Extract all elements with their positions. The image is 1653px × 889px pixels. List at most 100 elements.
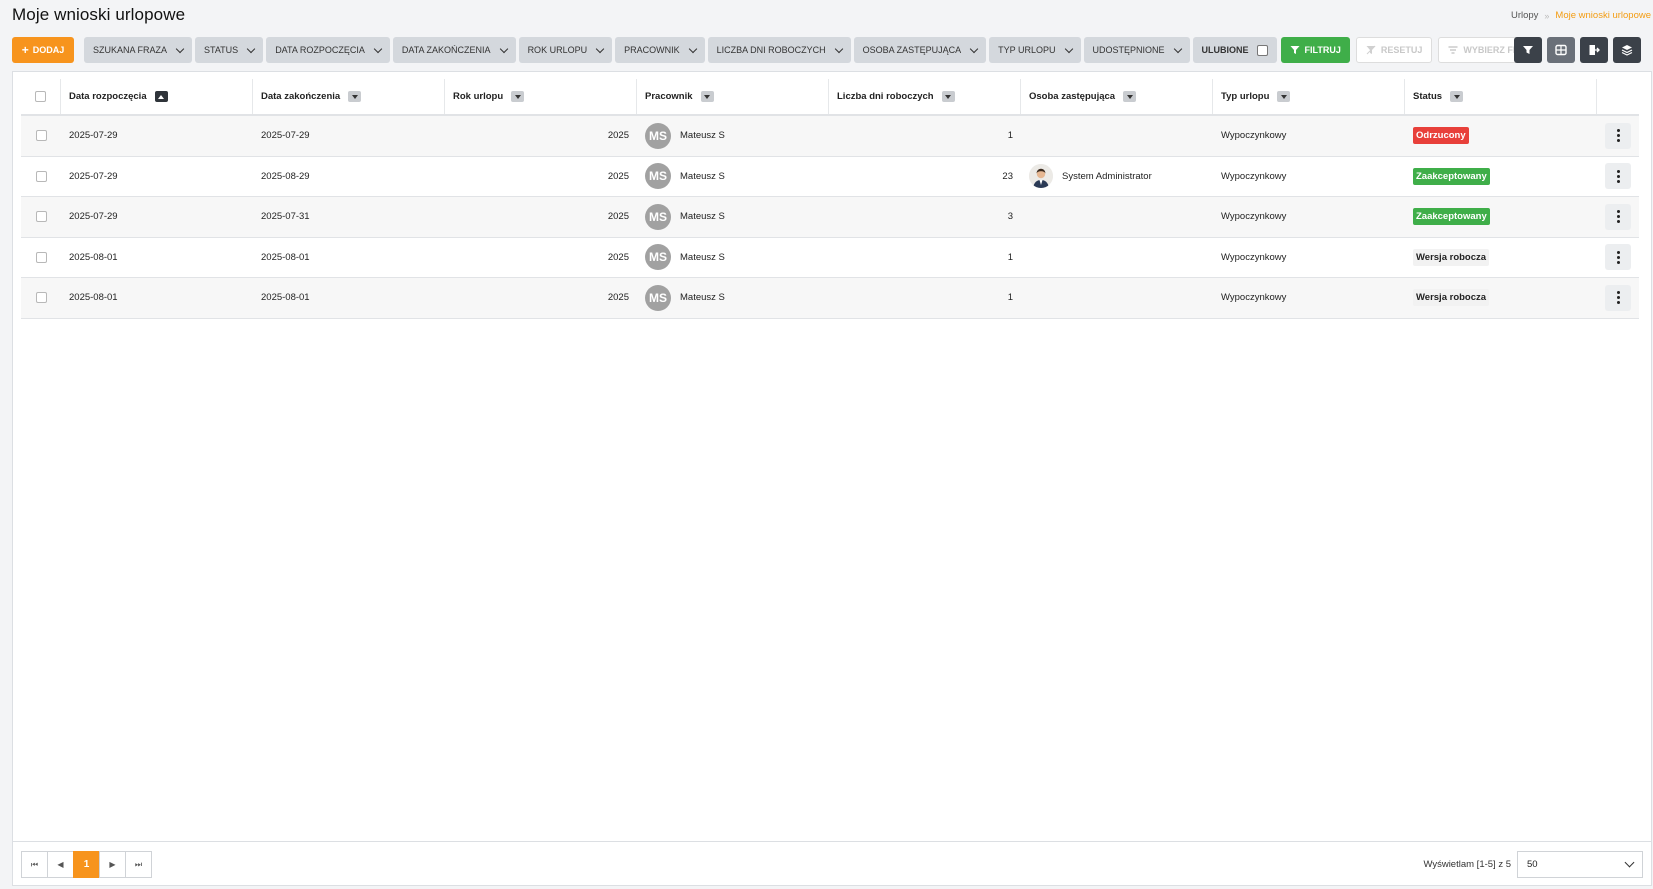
table-row[interactable]: 2025-08-01 2025-08-01 2025 MS Mateusz S 1… [21, 238, 1639, 278]
add-button[interactable]: + DODAJ [12, 37, 74, 63]
filter-employee[interactable]: PRACOWNIK [615, 37, 705, 63]
header-status[interactable]: Status [1405, 79, 1597, 114]
filter-label: ROK URLOPU [527, 45, 588, 55]
working-days-cell: 1 [1007, 130, 1013, 142]
avatar: MS [645, 244, 671, 271]
sort-icon[interactable] [1277, 91, 1291, 102]
table-row[interactable]: 2025-07-29 2025-07-29 2025 MS Mateusz S 1… [21, 116, 1639, 157]
first-page-button[interactable]: ⏮ [21, 851, 48, 878]
row-checkbox[interactable] [35, 251, 47, 263]
status-badge: Wersja robocza [1413, 248, 1490, 266]
header-working-days[interactable]: Liczba dni roboczych [829, 79, 1021, 114]
filter-button[interactable]: FILTRUJ [1280, 37, 1350, 63]
employee-name: Mateusz S [680, 211, 725, 223]
reset-button[interactable]: RESETUJ [1355, 37, 1433, 63]
table-row[interactable]: 2025-07-29 2025-08-29 2025 MS Mateusz S 2… [21, 157, 1639, 197]
sort-icon[interactable] [348, 91, 362, 102]
working-days-cell: 3 [1007, 211, 1013, 223]
substitute-cell [1021, 278, 1213, 318]
status-cell: Odrzucony [1405, 116, 1597, 156]
header-leave-type[interactable]: Typ urlopu [1213, 79, 1405, 114]
columns-button[interactable] [1547, 37, 1575, 63]
page-size-select[interactable]: 50 [1517, 851, 1643, 878]
favorites-label: ULUBIONE [1201, 45, 1249, 55]
right-tools [1514, 37, 1641, 63]
leave-year-cell: 2025 [607, 130, 629, 142]
save-filter-button[interactable] [1514, 37, 1542, 63]
leave-type-cell: Wypoczynkowy [1221, 211, 1287, 223]
toolbar: + DODAJ SZUKANA FRAZA STATUS DATA ROZPOC… [12, 37, 1641, 63]
substitute-cell: System Administrator [1021, 157, 1213, 197]
filter-label: PRACOWNIK [624, 45, 680, 55]
avatar: MS [645, 284, 671, 311]
working-days-cell: 23 [1002, 170, 1013, 182]
header-employee[interactable]: Pracownik [637, 79, 829, 114]
favorites-toggle[interactable]: ULUBIONE [1192, 37, 1277, 63]
header-select-all[interactable] [21, 79, 61, 114]
row-actions-button[interactable] [1605, 122, 1631, 149]
filter-leave-type[interactable]: TYP URLOPU [989, 37, 1081, 63]
column-label: Data rozpoczęcia [69, 91, 147, 102]
layers-button[interactable] [1613, 37, 1641, 63]
page-button-current[interactable]: 1 [73, 851, 100, 878]
end-date-cell: 2025-08-01 [261, 251, 310, 263]
row-actions-button[interactable] [1605, 203, 1631, 230]
filter-start-date[interactable]: DATA ROZPOCZĘCIA [266, 37, 390, 63]
row-actions-button[interactable] [1605, 163, 1631, 190]
employee-name: Mateusz S [680, 130, 725, 142]
status-badge: Zaakceptowany [1413, 167, 1490, 185]
favorites-checkbox[interactable] [1256, 44, 1268, 56]
filter-working-days[interactable]: LICZBA DNI ROBOCZYCH [707, 37, 851, 63]
leave-year-cell: 2025 [607, 170, 629, 182]
chevron-down-icon [373, 44, 383, 53]
header-leave-year[interactable]: Rok urlopu [445, 79, 637, 114]
last-page-button[interactable]: ⏭ [125, 851, 152, 878]
filter-search-phrase[interactable]: SZUKANA FRAZA [84, 37, 193, 63]
chevron-down-icon [969, 44, 979, 53]
funnel-off-icon [1366, 45, 1376, 55]
table-row[interactable]: 2025-08-01 2025-08-01 2025 MS Mateusz S 1… [21, 278, 1639, 319]
pagination: ⏮ ◀ 1 ▶ ⏭ [21, 851, 152, 878]
sort-icon[interactable] [700, 91, 714, 102]
avatar: MS [645, 203, 671, 230]
header-actions [1597, 79, 1639, 114]
header-substitute[interactable]: Osoba zastępująca [1021, 79, 1213, 114]
filter-status[interactable]: STATUS [195, 37, 264, 63]
previous-page-button[interactable]: ◀ [47, 851, 74, 878]
export-button[interactable] [1580, 37, 1608, 63]
start-date-cell: 2025-07-29 [69, 211, 118, 223]
row-actions-button[interactable] [1605, 284, 1631, 311]
substitute-cell [1021, 197, 1213, 237]
breadcrumb-parent[interactable]: Urlopy [1511, 10, 1538, 21]
select-all-checkbox[interactable] [35, 91, 46, 102]
row-checkbox[interactable] [35, 170, 47, 182]
leave-year-cell: 2025 [607, 211, 629, 223]
sort-icon[interactable] [941, 91, 955, 102]
row-actions-button[interactable] [1605, 244, 1631, 271]
table-row[interactable]: 2025-07-29 2025-07-31 2025 MS Mateusz S 3… [21, 197, 1639, 238]
row-checkbox[interactable] [35, 292, 47, 304]
next-page-button[interactable]: ▶ [99, 851, 126, 878]
column-label: Rok urlopu [453, 91, 504, 102]
filter-leave-year[interactable]: ROK URLOPU [518, 37, 613, 63]
row-checkbox[interactable] [35, 130, 47, 142]
start-date-cell: 2025-07-29 [69, 170, 118, 182]
column-label: Status [1413, 91, 1443, 102]
page-size-value: 50 [1527, 859, 1538, 870]
header-end-date[interactable]: Data zakończenia [253, 79, 445, 114]
sort-icon[interactable] [1123, 91, 1137, 102]
sort-icon[interactable] [511, 91, 525, 102]
filter-list-icon [1448, 46, 1458, 54]
filter-substitute[interactable]: OSOBA ZASTĘPUJĄCA [853, 37, 987, 63]
filter-shared[interactable]: UDOSTĘPNIONE [1083, 37, 1190, 63]
chevron-down-icon [595, 44, 605, 53]
sort-asc-icon[interactable] [154, 91, 168, 102]
filter-label: SZUKANA FRAZA [93, 45, 168, 55]
status-badge: Wersja robocza [1413, 289, 1490, 307]
filter-end-date[interactable]: DATA ZAKOŃCZENIA [392, 37, 516, 63]
header-start-date[interactable]: Data rozpoczęcia [61, 79, 253, 114]
filter-label: STATUS [204, 45, 239, 55]
row-checkbox[interactable] [35, 211, 47, 223]
sort-icon[interactable] [1450, 91, 1464, 102]
working-days-cell: 1 [1007, 292, 1013, 304]
